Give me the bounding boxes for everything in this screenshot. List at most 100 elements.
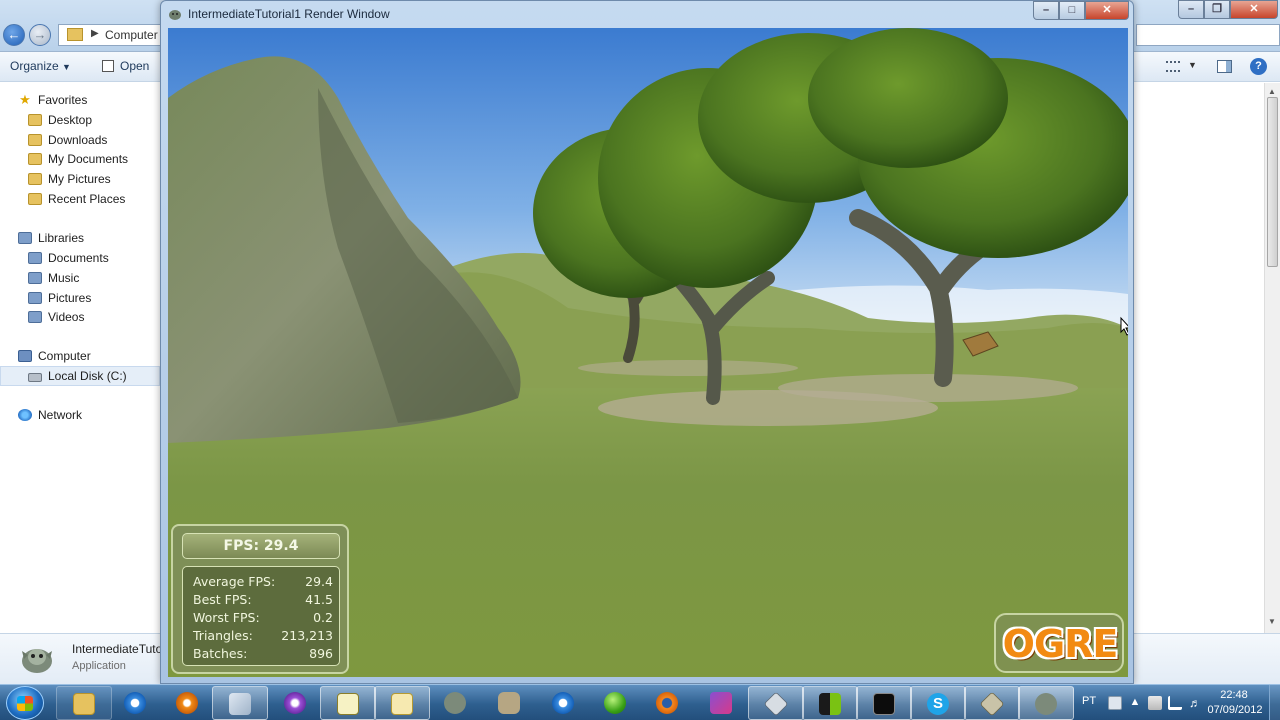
language-indicator[interactable]: PT [1082,695,1096,707]
taskbar: S PT ▲ ♬ 22:48 07/09/2012 [0,684,1280,720]
folder-icon [67,28,83,41]
taskbar-blender-button[interactable] [640,686,696,720]
nav-item-pictures[interactable]: Pictures [28,289,91,307]
details-file-name: IntermediateTutorial1 [72,642,164,656]
taskbar-cmd-button[interactable] [856,686,912,720]
preview-pane-icon[interactable] [1217,60,1232,73]
taskbar-media-player-button[interactable] [160,686,216,720]
taskbar-green-button[interactable] [588,686,644,720]
nav-label: Pictures [48,291,92,305]
search-input[interactable] [1136,24,1280,46]
taskbar-paint-button[interactable] [268,686,324,720]
clock-date[interactable]: 07/09/2012 [1202,704,1268,716]
clock-time[interactable]: 22:48 [1206,689,1262,701]
minimize-button[interactable]: – [1178,0,1204,19]
render-window[interactable]: IntermediateTutorial1 Render Window – □ … [160,0,1134,684]
3d-viewport[interactable]: FPS: 29.4 Average FPS: 29.4 Best FPS: 41… [168,28,1128,677]
show-hidden-icons-icon[interactable]: ▲ [1128,696,1142,710]
explorer-scrollbar[interactable]: ▲ ▼ [1264,83,1280,633]
show-desktop-button[interactable] [1269,685,1280,720]
nav-label: Local Disk (C:) [48,369,127,383]
help-icon[interactable]: ? [1250,58,1267,75]
folder-icon [28,153,42,165]
taskbar-gimp-button[interactable] [482,686,538,720]
organize-button[interactable]: Organize ▼ [10,59,71,73]
drive-icon [28,373,42,382]
breadcrumb-computer[interactable]: Computer [105,28,158,42]
maximize-button[interactable]: □ [1059,1,1085,20]
nav-label: Downloads [48,133,108,147]
close-button[interactable]: ✕ [1230,0,1278,19]
ogre-logo-text: OGRE [1002,622,1119,666]
chevron-right-icon[interactable]: ▶ [91,28,99,39]
taskbar-vs-button[interactable] [694,686,750,720]
start-button[interactable] [6,686,44,720]
stat-label: Average FPS: [193,574,276,589]
taskbar-notepad-button[interactable] [212,686,268,720]
organize-label: Organize [10,59,59,73]
chevron-down-icon[interactable]: ▼ [1188,60,1197,70]
change-view-icon[interactable] [1166,61,1180,72]
taskbar-design-button[interactable] [374,686,430,720]
stat-label: Triangles: [193,628,253,643]
taskbar-explorer-button[interactable] [56,686,112,720]
taskbar-render-window-button[interactable] [1018,686,1074,720]
taskbar-chart-button[interactable] [320,686,376,720]
nav-item-local-disk[interactable]: Local Disk (C:) [28,367,127,385]
nav-item-music[interactable]: Music [28,269,79,287]
taskbar-ie-button[interactable] [108,686,164,720]
system-tray: PT ▲ ♬ 22:48 07/09/2012 [1072,685,1280,720]
nav-item-desktop[interactable]: Desktop [28,111,92,129]
nav-favorites[interactable]: ★ Favorites [18,91,87,109]
restore-button[interactable]: ❐ [1204,0,1230,19]
taskbar-ie2-button[interactable] [536,686,592,720]
chart-app-icon [337,693,359,715]
nav-item-recent-places[interactable]: Recent Places [28,190,125,208]
ogre-app-icon [444,692,466,714]
minimize-button[interactable]: – [1033,1,1059,20]
dirt-patch [578,360,798,376]
stat-row-best: Best FPS: 41.5 [193,592,333,609]
nav-item-my-pictures[interactable]: My Pictures [28,170,111,188]
keyboard-icon[interactable] [1108,696,1122,710]
scroll-up-icon[interactable]: ▲ [1268,87,1276,96]
nav-item-downloads[interactable]: Downloads [28,131,107,149]
taskbar-ogre-button[interactable] [428,686,484,720]
taskbar-3d-app-button[interactable] [964,686,1020,720]
stat-value: 213,213 [281,628,333,643]
tray-icons: ▲ ♬ [1108,696,1208,710]
stat-value: 0.2 [313,610,333,625]
taskbar-skype-button[interactable]: S [910,686,966,720]
nav-item-documents[interactable]: Documents [28,249,109,267]
gimp-icon [498,692,520,714]
scroll-down-icon[interactable]: ▼ [1268,617,1276,626]
paint-icon [284,692,306,714]
nav-label: Recent Places [48,192,126,206]
forward-button[interactable]: → [29,24,51,46]
taskbar-app-button[interactable] [748,686,804,720]
app-icon [763,691,789,717]
nav-label: My Documents [48,152,129,166]
open-button[interactable]: Open [102,59,149,73]
stat-value: 896 [309,646,333,661]
nav-computer[interactable]: Computer [18,347,91,365]
ogre-render-icon [1035,693,1057,715]
command-prompt-icon [873,693,895,715]
nav-network[interactable]: Network [18,406,82,424]
action-center-icon[interactable] [1148,696,1162,710]
stats-box: Average FPS: 29.4 Best FPS: 41.5 Worst F… [182,566,340,666]
notepad-icon [229,693,251,715]
volume-icon[interactable]: ♬ [1188,696,1202,710]
nav-libraries[interactable]: Libraries [18,229,84,247]
nav-item-my-documents[interactable]: My Documents [28,150,128,168]
back-button[interactable]: ← [3,24,25,46]
network-signal-icon[interactable] [1168,696,1182,710]
close-button[interactable]: ✕ [1085,1,1129,20]
taskbar-dark-app-button[interactable] [802,686,858,720]
scroll-thumb[interactable] [1267,97,1278,267]
stat-row-batches: Batches: 896 [193,646,333,663]
render-window-controls: – □ ✕ [1033,1,1129,20]
green-orb-icon [604,692,626,714]
address-bar[interactable]: ▶ Computer [58,24,164,46]
nav-item-videos[interactable]: Videos [28,308,84,326]
